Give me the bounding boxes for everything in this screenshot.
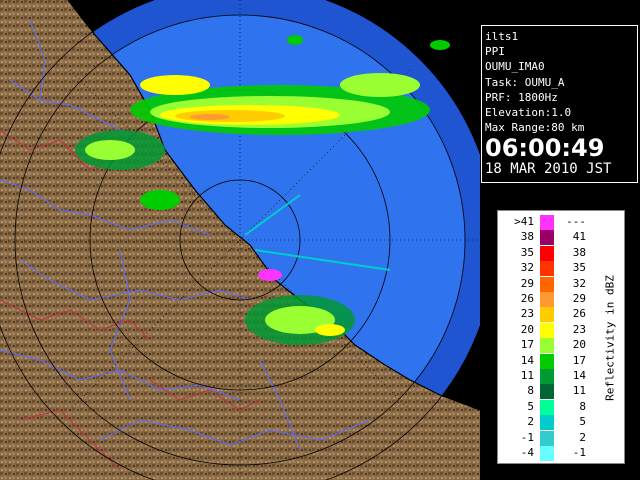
legend-low-value: >41: [514, 215, 534, 228]
legend-low-value: 23: [520, 307, 534, 321]
legend-low-value: 14: [520, 353, 534, 367]
legend-high-value: 20: [572, 338, 586, 352]
prf-value: PRF: 1800Hz: [485, 90, 558, 104]
legend-high-value: ---: [566, 215, 586, 228]
legend-high-value: -1: [572, 446, 586, 459]
legend-high-value: 11: [572, 384, 586, 398]
legend-low-value: 8: [527, 384, 534, 398]
legend-high-value: 38: [572, 245, 586, 259]
legend-low-value: 32: [520, 261, 534, 275]
legend-low-value: -4: [520, 446, 534, 459]
legend-low-value: 11: [520, 369, 534, 382]
legend-swatch: [540, 307, 554, 323]
legend-low-value: 2: [527, 415, 534, 429]
legend-swatch: [540, 215, 554, 230]
legend-low-value: 35: [520, 245, 534, 259]
legend-title: Reflectivity in dBZ: [603, 275, 617, 401]
scan-date: 18 MAR 2010 JST: [485, 161, 612, 178]
legend-low-value: 20: [520, 322, 534, 336]
legend-swatch: [540, 369, 554, 384]
legend-swatch: [540, 276, 554, 292]
legend-low-value: 38: [520, 230, 534, 244]
legend-high-value: 8: [579, 399, 586, 413]
legend-low-value: 17: [520, 338, 534, 352]
legend-low-value: 26: [520, 292, 534, 305]
legend-swatch: [540, 415, 554, 431]
legend-high-value: 17: [572, 353, 586, 367]
legend-high-value: 26: [572, 307, 586, 321]
legend-high-value: 32: [572, 276, 586, 290]
legend-swatch: [540, 261, 554, 277]
radar-info-panel: ilts1 PPI OUMU_IMA0 Task: OUMU_A PRF: 18…: [481, 25, 638, 183]
legend-swatch: [540, 322, 554, 338]
legend-low-value: -1: [520, 430, 534, 444]
legend-swatch: [540, 292, 554, 307]
legend-swatch: [540, 245, 554, 261]
legend-high-value: 35: [572, 261, 586, 275]
max-range-value: Max Range:80 km: [485, 121, 585, 135]
legend-swatch: [540, 338, 554, 354]
site-id: OUMU_IMA0: [485, 60, 545, 74]
legend-title-container: Reflectivity in dBZ: [596, 211, 624, 465]
radar-ppi-display[interactable]: [0, 0, 480, 480]
legend-high-value: 2: [579, 430, 586, 444]
legend-high-value: 29: [572, 292, 586, 305]
elevation-value: Elevation:1.0: [485, 106, 572, 120]
product-type: PPI: [485, 45, 505, 59]
station-name: ilts1: [485, 30, 519, 43]
scan-time: 06:00:49: [485, 134, 605, 163]
legend-swatch: [540, 399, 554, 415]
legend-swatch: [540, 353, 554, 369]
reflectivity-legend: >41 --- 38 41 35 38 32 35 29 32 26 29 23 26 20 23 17 20 14…: [497, 210, 625, 464]
legend-low-value: 5: [527, 399, 534, 413]
legend-high-value: 14: [572, 369, 586, 382]
legend-swatch: [540, 430, 554, 446]
task-name: Task: OUMU_A: [485, 75, 565, 89]
legend-high-value: 23: [572, 322, 586, 336]
legend-low-value: 29: [520, 276, 534, 290]
legend-high-value: 5: [579, 415, 586, 429]
legend-swatch: [540, 230, 554, 246]
legend-swatch: [540, 446, 554, 461]
legend-high-value: 41: [572, 230, 586, 244]
legend-swatch: [540, 384, 554, 400]
